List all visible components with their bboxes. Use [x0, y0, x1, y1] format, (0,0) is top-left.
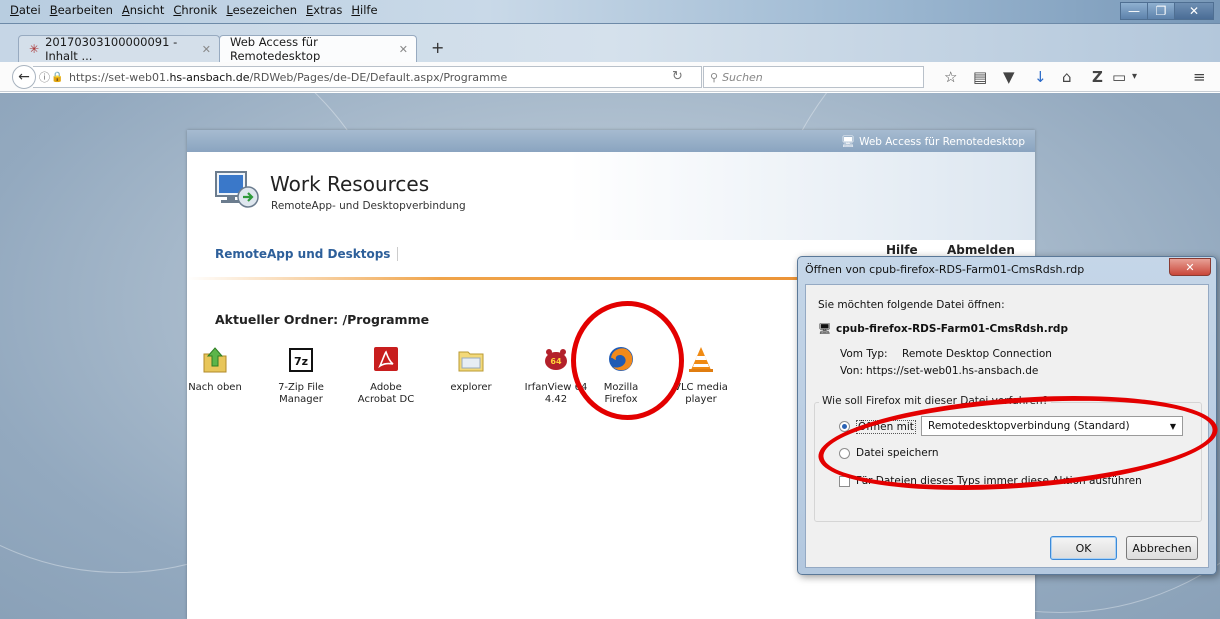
tab-favicon-icon: ✳: [29, 42, 40, 56]
url-text: https://set-web01.hs-ansbach.de/RDWeb/Pa…: [69, 70, 508, 84]
firefox-highlight-ring: [571, 301, 684, 420]
rdweb-header-link[interactable]: Web Access für Remotedesktop: [859, 136, 1025, 148]
explorer-folder-icon: [456, 344, 486, 374]
menu-bearbeiten[interactable]: Bearbeiten: [50, 3, 113, 17]
work-resources-icon: [215, 171, 259, 208]
tab-web-access[interactable]: Web Access für Remotedesktop ✕: [219, 35, 417, 63]
tab-label: 20170303100000091 - Inhalt ...: [45, 35, 178, 63]
new-tab-icon[interactable]: +: [431, 38, 444, 57]
url-bar[interactable]: ⓘ 🔒 https://set-web01.hs-ansbach.de/RDWe…: [33, 66, 702, 88]
window-controls: — ❐ ✕: [1120, 2, 1214, 20]
dialog-prompt: Sie möchten folgende Datei öffnen:: [818, 299, 1005, 311]
tab-inhalt[interactable]: ✳ 20170303100000091 - Inhalt ... ✕: [18, 35, 220, 63]
app-explorer[interactable]: explorer: [435, 344, 507, 394]
from-label: Von:: [840, 365, 863, 377]
rdweb-subtitle: RemoteApp- und Desktopverbindung: [271, 200, 466, 212]
app-nach-oben[interactable]: Nach oben: [179, 344, 251, 394]
chevron-down-icon[interactable]: ▾: [1132, 71, 1137, 82]
window-titlebar: Datei Bearbeiten Ansicht Chronik Lesezei…: [0, 0, 1220, 24]
home-icon[interactable]: ⌂: [1062, 68, 1072, 86]
lock-icon: 🔒: [51, 71, 64, 83]
vlc-cone-icon: [686, 344, 716, 374]
menu-ansicht[interactable]: Ansicht: [122, 3, 164, 17]
irfanview-icon: 64: [541, 344, 571, 374]
7zip-icon: 7z: [286, 344, 316, 374]
acrobat-icon: [371, 344, 401, 374]
tab-bar: ✳ 20170303100000091 - Inhalt ... ✕ Web A…: [0, 24, 1220, 63]
svg-text:64: 64: [550, 357, 562, 366]
app-adobe-acrobat[interactable]: Adobe Acrobat DC: [350, 344, 422, 406]
back-icon[interactable]: ←: [12, 65, 36, 89]
help-link[interactable]: Hilfe: [886, 243, 918, 257]
cancel-button[interactable]: Abbrechen: [1126, 536, 1198, 560]
menu-hamburger-icon[interactable]: ≡: [1193, 68, 1206, 86]
download-icon[interactable]: ↓: [1034, 68, 1047, 86]
bookmarks-list-icon[interactable]: ▤: [973, 68, 987, 86]
from-value: https://set-web01.hs-ansbach.de: [866, 365, 1039, 377]
folder-up-icon: [200, 344, 230, 374]
svg-text:7z: 7z: [294, 355, 308, 368]
zotero-icon[interactable]: Z: [1092, 68, 1103, 86]
logout-link[interactable]: Abmelden: [947, 243, 1015, 257]
rdp-file-icon: 🖥: [818, 323, 832, 335]
type-value: Remote Desktop Connection: [902, 348, 1052, 360]
nav-remoteapp-desktops[interactable]: RemoteApp und Desktops: [215, 247, 390, 261]
bookmark-star-icon[interactable]: ☆: [944, 68, 957, 86]
reload-icon[interactable]: ↻: [672, 69, 683, 84]
page-icon[interactable]: ▭: [1112, 68, 1126, 86]
menu-bar: Datei Bearbeiten Ansicht Chronik Lesezei…: [10, 3, 378, 17]
close-icon[interactable]: ✕: [1174, 2, 1214, 20]
menu-hilfe[interactable]: Hilfe: [351, 3, 377, 17]
dialog-filename: cpub-firefox-RDS-Farm01-CmsRdsh.rdp: [836, 323, 1068, 335]
close-tab-icon[interactable]: ✕: [202, 43, 211, 56]
pocket-icon[interactable]: ▼: [1003, 68, 1015, 86]
type-label: Vom Typ:: [840, 348, 888, 360]
current-folder: Aktueller Ordner: /Programme: [215, 312, 430, 327]
menu-lesezeichen[interactable]: Lesezeichen: [226, 3, 297, 17]
rdweb-title: Work Resources: [270, 172, 430, 196]
menu-datei[interactable]: Datei: [10, 3, 41, 17]
dialog-title: Öffnen von cpub-firefox-RDS-Farm01-CmsRd…: [805, 263, 1085, 276]
rdweb-header: 🖥 Web Access für Remotedesktop: [187, 130, 1035, 152]
nav-separator: [397, 247, 398, 261]
search-input[interactable]: ⚲ Suchen: [703, 66, 924, 88]
ok-button[interactable]: OK: [1050, 536, 1117, 560]
search-placeholder: Suchen: [722, 70, 763, 84]
dialog-close-icon[interactable]: ✕: [1169, 258, 1211, 276]
minimize-icon[interactable]: —: [1120, 2, 1148, 20]
remote-desktop-icon: 🖥: [841, 135, 856, 148]
app-7zip[interactable]: 7z 7-Zip File Manager: [265, 344, 337, 406]
maximize-icon[interactable]: ❐: [1147, 2, 1175, 20]
menu-extras[interactable]: Extras: [306, 3, 342, 17]
navigation-bar: ⓘ 🔒 https://set-web01.hs-ansbach.de/RDWe…: [0, 62, 1220, 92]
rdweb-banner: Work Resources RemoteApp- und Desktopver…: [187, 152, 1035, 240]
close-tab-icon[interactable]: ✕: [399, 43, 408, 56]
info-icon[interactable]: ⓘ: [39, 69, 50, 85]
menu-chronik[interactable]: Chronik: [173, 3, 217, 17]
search-icon: ⚲: [710, 70, 719, 84]
tab-label: Web Access für Remotedesktop: [230, 35, 321, 63]
